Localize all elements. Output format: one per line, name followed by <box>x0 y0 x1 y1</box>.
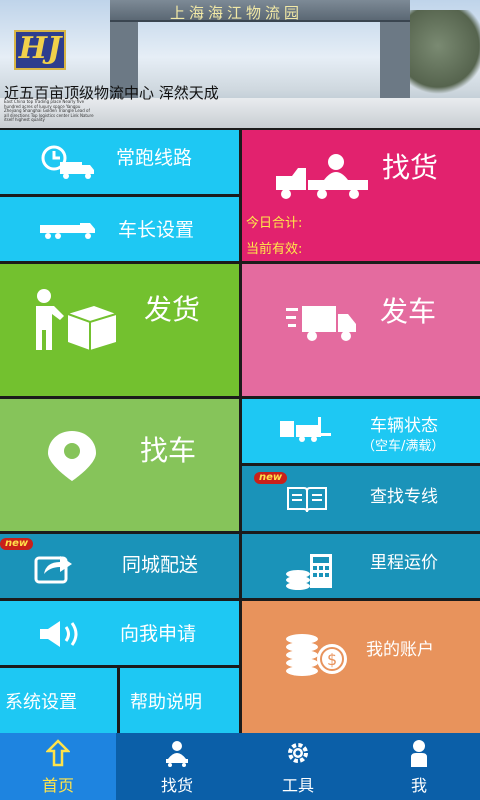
person-with-package-icon <box>36 289 117 350</box>
nav-label-me: 我 <box>410 776 427 795</box>
find-goods-tile[interactable]: 找货 今日合计: 当前有效: <box>242 130 480 261</box>
find-special-line-label: 查找专线 <box>370 487 438 507</box>
coins-stack-icon: $ <box>286 634 347 676</box>
truck-with-driver-icon <box>276 154 368 199</box>
mileage-freight-label: 里程运价 <box>370 553 438 573</box>
depart-tile[interactable]: 发车 <box>242 264 480 396</box>
route-clock-truck-icon <box>41 145 94 179</box>
person-icon <box>411 740 427 767</box>
city-delivery-tile[interactable]: new 同城配送 <box>0 534 239 598</box>
system-settings-label: 系统设置 <box>5 692 77 713</box>
find-special-line-tile[interactable]: new 查找专线 <box>242 466 480 531</box>
mileage-freight-tile[interactable]: 里程运价 <box>242 534 480 598</box>
forklift-icon <box>280 417 331 442</box>
svg-text:$: $ <box>327 650 337 669</box>
depart-label: 发车 <box>380 295 437 328</box>
regular-route-tile[interactable]: 常跑线路 <box>0 130 239 194</box>
nav-label-find-goods: 找货 <box>160 776 193 795</box>
gate-pillar-right <box>380 22 410 102</box>
help-label: 帮助说明 <box>130 692 202 713</box>
captain-settings-tile[interactable]: 车长设置 <box>0 197 239 261</box>
vehicle-status-sub-label: （空车/满载） <box>362 439 445 454</box>
ship-goods-tile[interactable]: 发货 <box>0 264 239 396</box>
help-tile[interactable]: 帮助说明 <box>120 668 239 733</box>
header-banner: 上海海江物流园 HJ 近五百亩顶级物流中心 浑然天成 East China to… <box>0 0 480 128</box>
long-truck-icon <box>40 223 95 239</box>
share-arrow-icon <box>34 556 72 584</box>
my-account-tile[interactable]: $ 我的账户 <box>242 601 480 733</box>
moving-truck-icon <box>286 306 356 341</box>
speaker-icon <box>40 621 78 647</box>
nav-tab-home[interactable]: 首页 <box>0 733 116 800</box>
captain-settings-label: 车长设置 <box>118 219 195 241</box>
city-delivery-label: 同城配送 <box>122 554 199 576</box>
nav-label-tools: 工具 <box>281 776 314 795</box>
nav-tab-tools[interactable]: 工具 <box>238 733 358 800</box>
location-pin-icon <box>48 431 96 481</box>
vehicle-status-tile[interactable]: 车辆状态 （空车/满载） <box>242 399 480 463</box>
nav-label-home: 首页 <box>41 776 74 795</box>
company-logo: HJ <box>14 30 66 70</box>
bottom-navigation: 首页 找货 工具 我 <box>0 733 480 800</box>
system-settings-tile[interactable]: 系统设置 <box>0 668 117 733</box>
nav-tab-me[interactable]: 我 <box>358 733 480 800</box>
trees-decoration <box>410 10 480 100</box>
my-account-label: 我的账户 <box>366 640 434 660</box>
find-truck-tile[interactable]: 找车 <box>0 399 239 531</box>
coins-calculator-icon <box>286 554 332 590</box>
find-goods-label: 找货 <box>382 151 439 184</box>
apply-to-me-label: 向我申请 <box>120 623 197 645</box>
gate-sign-text: 上海海江物流园 <box>170 4 304 22</box>
home-arrow-icon <box>46 739 70 767</box>
nav-tab-find-goods[interactable]: 找货 <box>116 733 238 800</box>
today-total-label: 今日合计: <box>246 216 303 231</box>
apply-to-me-tile[interactable]: 向我申请 <box>0 601 239 665</box>
regular-route-label: 常跑线路 <box>116 147 193 169</box>
driver-icon <box>166 741 188 767</box>
vehicle-status-label: 车辆状态 <box>370 416 438 436</box>
banner-fine-print: East China top Trading place Nearly five… <box>4 99 94 123</box>
find-truck-label: 找车 <box>140 434 197 467</box>
new-badge: new <box>0 538 34 550</box>
new-badge: new <box>254 472 288 484</box>
ship-goods-label: 发货 <box>144 293 201 326</box>
open-book-icon <box>287 487 327 513</box>
gear-icon <box>288 743 308 763</box>
currently-valid-label: 当前有效: <box>246 242 303 257</box>
